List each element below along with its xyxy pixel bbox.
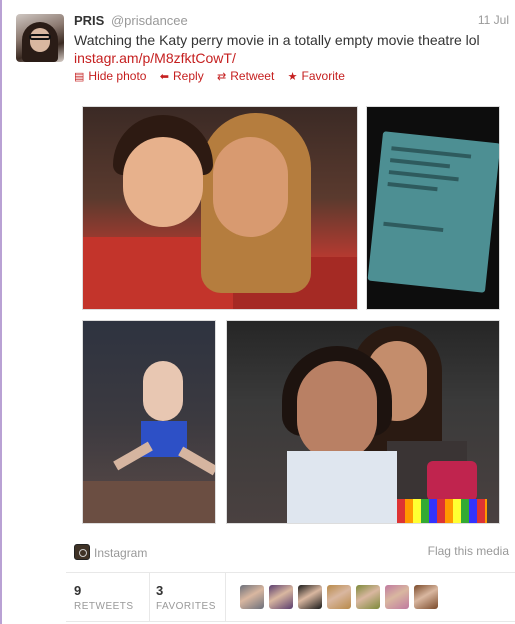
retweets-stat[interactable]: 9 RETWEETS <box>74 573 150 621</box>
user-avatar[interactable] <box>16 14 64 62</box>
instagram-icon[interactable] <box>74 544 90 560</box>
favorite-action[interactable]: ★ Favorite <box>288 69 345 83</box>
tweet-text: Watching the Katy perry movie in a total… <box>74 32 480 48</box>
favorite-label: Favorite <box>301 69 345 83</box>
favoriter-avatar[interactable] <box>385 585 409 609</box>
photo-girl-dancing[interactable] <box>82 320 216 524</box>
media-source-label[interactable]: Instagram <box>94 546 147 560</box>
favorites-label: FAVORITES <box>156 601 216 612</box>
reply-label: Reply <box>173 69 204 83</box>
reply-action[interactable]: ⬅ Reply <box>160 69 204 83</box>
photo-two-girls-selfie[interactable] <box>82 106 358 310</box>
user-handle[interactable]: @prisdancee <box>111 13 188 28</box>
user-fullname[interactable]: PRIS <box>74 13 104 28</box>
tweet-body: Watching the Katy perry movie in a total… <box>74 31 504 67</box>
left-border <box>0 0 2 624</box>
favoriter-avatar[interactable] <box>269 585 293 609</box>
favorites-count: 3 <box>156 583 164 598</box>
photo-icon: ▤ <box>74 71 85 83</box>
retweets-count: 9 <box>74 583 82 598</box>
retweets-label: RETWEETS <box>74 601 134 612</box>
retweet-icon: ⇄ <box>217 71 227 83</box>
tweet-header: PRIS @prisdancee 11 Jul <box>74 13 509 31</box>
hide-photo-label: Hide photo <box>88 69 147 83</box>
tweet-link[interactable]: instagr.am/p/M8zfktCowT/ <box>74 49 504 67</box>
favoriters-avatars <box>240 585 443 611</box>
photo-movie-ticket[interactable] <box>366 106 500 310</box>
retweet-label: Retweet <box>230 69 275 83</box>
reply-arrow-icon: ⬅ <box>159 71 170 83</box>
favoriter-avatar[interactable] <box>356 585 380 609</box>
favoriter-avatar[interactable] <box>298 585 322 609</box>
favoriter-avatar[interactable] <box>414 585 438 609</box>
tweet-stats: 9 RETWEETS 3 FAVORITES <box>66 572 515 622</box>
hide-photo-action[interactable]: ▤ Hide photo <box>74 69 146 83</box>
photo-girls-in-theatre[interactable] <box>226 320 500 524</box>
star-icon: ★ <box>287 71 298 83</box>
tweet-timestamp[interactable]: 11 Jul <box>478 13 509 27</box>
media-source-row: Instagram Flag this media <box>74 544 509 560</box>
flag-media-link[interactable]: Flag this media <box>428 544 509 558</box>
retweet-action[interactable]: ⇄ Retweet <box>217 69 274 83</box>
tweet-actions: ▤ Hide photo ⬅ Reply ⇄ Retweet ★ Favorite <box>74 69 355 83</box>
favorites-stat[interactable]: 3 FAVORITES <box>156 573 226 621</box>
favoriter-avatar[interactable] <box>327 585 351 609</box>
favoriter-avatar[interactable] <box>240 585 264 609</box>
